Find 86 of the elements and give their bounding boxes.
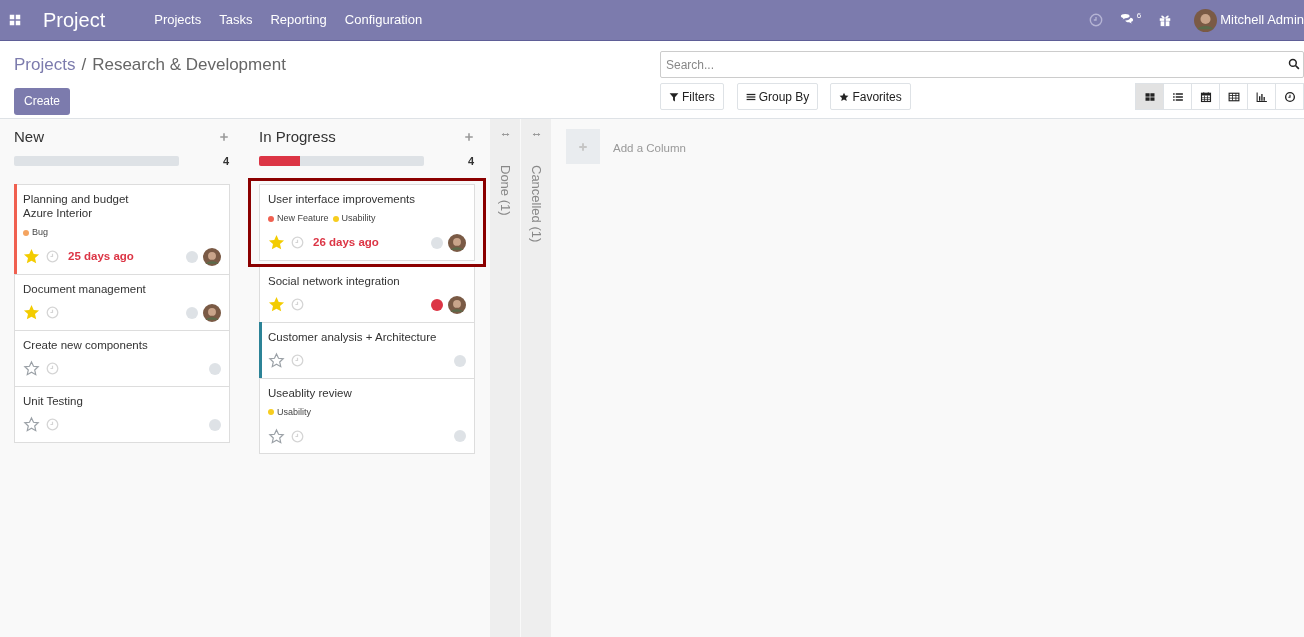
star-icon[interactable] — [23, 360, 40, 377]
filter-button[interactable]: Filters — [660, 83, 724, 110]
search-icon — [1288, 58, 1300, 70]
star-icon[interactable] — [23, 416, 40, 433]
task-card[interactable]: Unit Testing — [14, 385, 230, 443]
table-view-icon — [1227, 90, 1240, 103]
plus-icon — [578, 141, 588, 152]
clock-view-icon — [1283, 90, 1296, 103]
clock-icon — [291, 354, 304, 367]
view-switch-button[interactable] — [1219, 83, 1248, 110]
task-customer: Azure Interior — [23, 206, 94, 220]
tag-label: Usability — [277, 405, 311, 419]
breadcrumb-current: Research & Development — [92, 54, 286, 76]
filter-button[interactable]: Favorites — [830, 83, 911, 110]
column-title: In Progress — [259, 126, 336, 147]
clock-icon — [46, 418, 59, 431]
calendar-view-icon — [1199, 90, 1212, 103]
expand-arrows-icon — [530, 131, 542, 138]
task-card[interactable]: Create new components — [14, 329, 230, 387]
menu-item[interactable]: Reporting — [270, 10, 327, 30]
menu-item[interactable]: Projects — [154, 10, 202, 30]
tag-label: Usability — [341, 212, 376, 225]
app-title[interactable]: Project — [43, 5, 106, 35]
deadline-text: 25 days ago — [68, 248, 134, 264]
task-title: Planning and budget — [23, 192, 130, 206]
view-switch-button[interactable] — [1275, 83, 1304, 110]
activity-clock-icon[interactable] — [1088, 13, 1103, 27]
user-name[interactable]: Mitchell Admin — [1220, 10, 1304, 30]
star-icon[interactable] — [268, 234, 285, 251]
folded-column-title: Cancelled (1) — [527, 165, 545, 243]
expand-arrows-icon — [499, 131, 511, 138]
star-icon[interactable] — [23, 304, 40, 321]
clock-icon — [46, 306, 59, 319]
bar-chart-view-icon — [1255, 90, 1268, 103]
task-title: Document management — [23, 281, 147, 296]
gift-icon[interactable] — [1158, 13, 1173, 27]
tag-label: Bug — [32, 226, 48, 239]
view-switch-button[interactable] — [1163, 83, 1192, 110]
star-icon[interactable] — [268, 296, 285, 313]
task-count: 4 — [467, 153, 474, 169]
column-title: New — [14, 126, 44, 147]
task-card[interactable]: Social network integration — [259, 265, 475, 323]
folded-column-title: Done (1) — [496, 165, 514, 216]
task-title: Social network integration — [268, 273, 401, 288]
add-task-icon — [464, 132, 474, 142]
apps-menu-icon — [9, 14, 21, 26]
task-title: User interface improvements — [268, 192, 416, 206]
task-title: Useablity review — [268, 385, 353, 400]
list-view-icon — [1171, 90, 1184, 103]
clock-icon — [291, 236, 304, 249]
list-lines-icon — [745, 91, 756, 102]
view-switch-button[interactable] — [1191, 83, 1220, 110]
clock-icon — [291, 429, 304, 443]
task-card[interactable]: Document management — [14, 273, 230, 331]
message-count: 6 — [1136, 10, 1142, 22]
star-icon[interactable] — [268, 427, 285, 445]
star-icon — [839, 91, 850, 102]
task-card[interactable]: Customer analysis + Architecture — [259, 321, 475, 379]
user-avatar-icon — [1194, 8, 1218, 32]
star-icon[interactable] — [268, 352, 285, 369]
progress-bar[interactable] — [259, 156, 424, 166]
star-icon[interactable] — [23, 248, 40, 265]
deadline-text: 26 days ago — [313, 234, 379, 250]
clock-icon — [46, 250, 59, 263]
search-field[interactable]: Search... — [660, 51, 1304, 78]
menu-item[interactable]: Configuration — [344, 10, 423, 30]
kanban-view-icon — [1143, 90, 1156, 103]
breadcrumb-separator: / — [81, 54, 87, 76]
clock-icon — [291, 298, 304, 311]
view-switch-button[interactable] — [1135, 83, 1164, 110]
task-title: Create new components — [23, 337, 149, 352]
breadcrumb-link[interactable]: Projects — [14, 52, 76, 78]
task-title: Unit Testing — [23, 393, 84, 408]
funnel-icon — [669, 91, 679, 102]
create-button[interactable]: Create — [14, 87, 71, 115]
task-card[interactable]: User interface improvements New Feature Usability 26 days ago — [259, 184, 475, 261]
filter-button[interactable]: Group By — [736, 83, 819, 110]
task-title: Customer analysis + Architecture — [268, 329, 438, 344]
add-task-icon — [219, 132, 229, 142]
task-card[interactable]: Useablity review Usability — [259, 377, 475, 454]
tag-label: New Feature — [277, 212, 329, 225]
menu-item[interactable]: Tasks — [219, 10, 253, 30]
view-switch-button[interactable] — [1247, 83, 1276, 110]
task-card[interactable]: Planning and budget Azure Interior Bug 25 days ago — [14, 184, 230, 275]
clock-icon — [46, 362, 59, 375]
task-count: 4 — [222, 153, 229, 169]
